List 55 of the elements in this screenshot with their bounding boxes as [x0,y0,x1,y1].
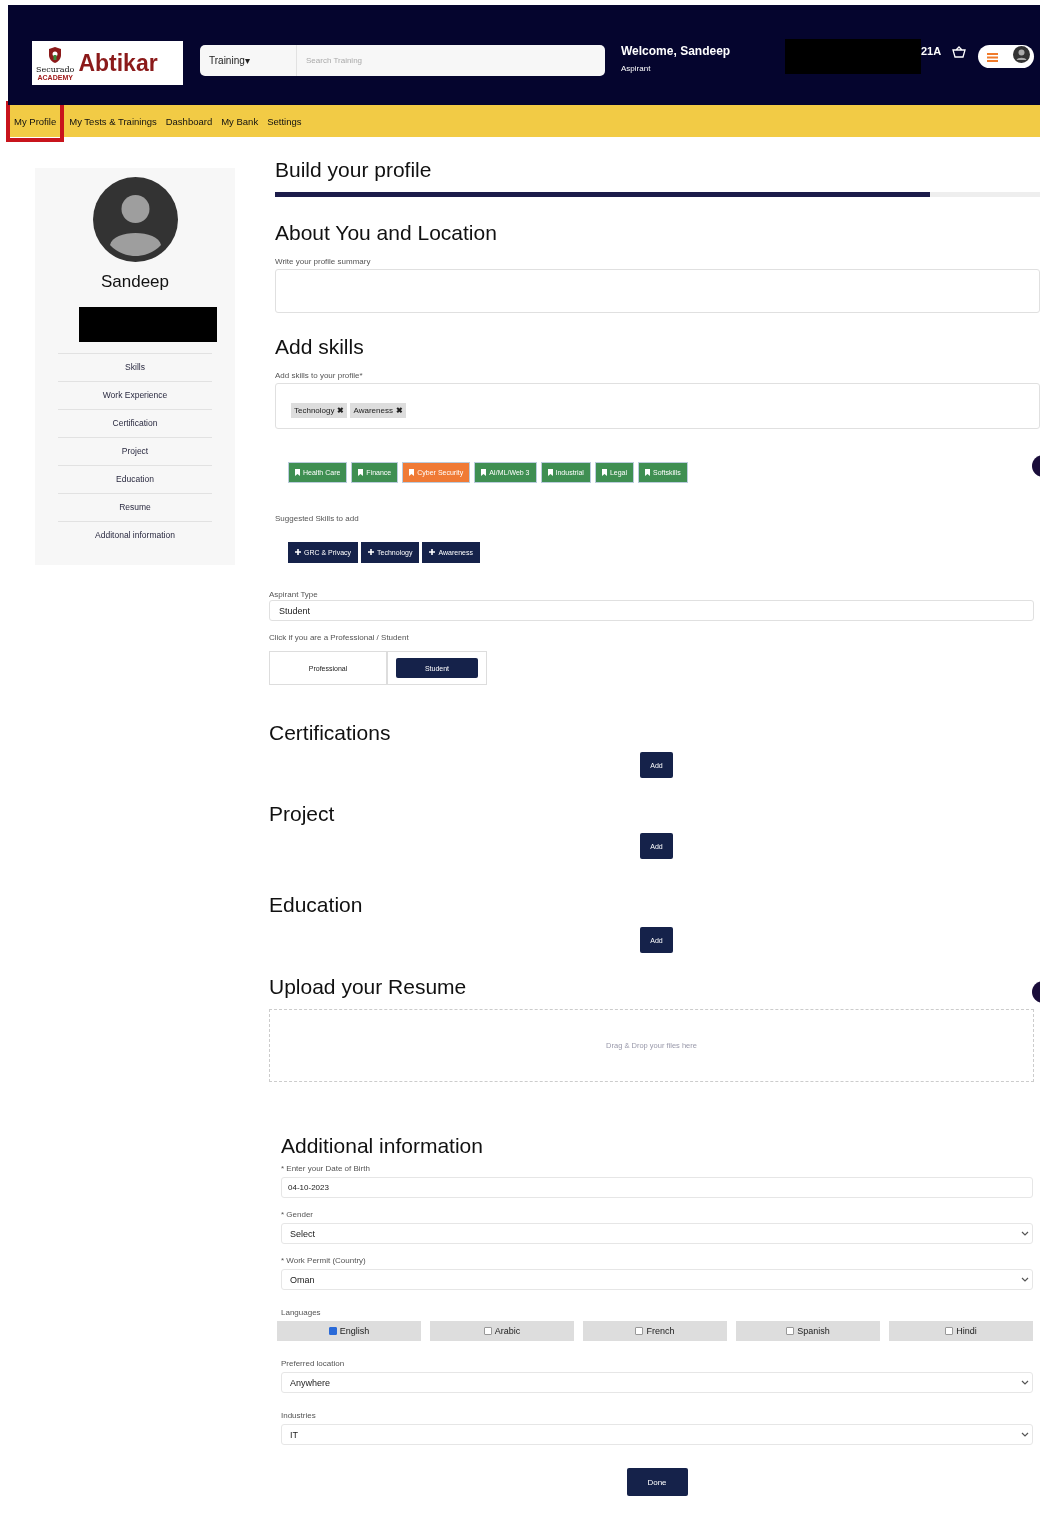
page-title: Build your profile [275,158,432,182]
section-heading: Additional information [281,1134,483,1158]
role-text: Aspirant [621,64,651,73]
field-label: * Enter your Date of Birth [281,1164,370,1173]
field-label: Add skills to your profile* [275,371,363,380]
brand-name: Abtikar [78,49,158,77]
skill-tag[interactable]: Technology ✖ [291,403,348,418]
select-field[interactable]: Oman [281,1269,1033,1290]
nav-tab[interactable]: My Profile [6,100,65,142]
language-option[interactable]: Arabic [430,1321,574,1341]
skills-field[interactable]: Technology ✖ Awareness ✖ [275,383,1040,429]
field-label: Suggested Skills to add [275,514,359,523]
language-option[interactable]: Hindi [889,1321,1033,1341]
section-heading: Upload your Resume [269,975,467,999]
section-heading: Project [269,802,335,826]
field-label: Aspirant Type [269,590,318,599]
section-heading: Add skills [275,335,364,359]
sidebar-item[interactable]: Project [58,437,212,465]
remove-icon[interactable]: ✖ [337,406,345,415]
field-label: * Gender [281,1210,314,1219]
skill-tag[interactable]: Awareness ✖ [350,403,406,418]
section-heading: Certifications [269,721,391,745]
sidebar-item[interactable]: Certification [58,409,212,437]
done-button[interactable]: Done [626,1468,688,1496]
sidebar-item[interactable]: Additonal information [58,521,212,549]
field-label: * Work Permit (Country) [281,1256,366,1265]
field-label: Write your profile summary [275,257,371,266]
language-option[interactable]: French [583,1321,727,1341]
select-field[interactable]: IT [281,1424,1033,1445]
nav-tab[interactable]: My Bank [217,111,263,131]
field-label: Preferred location [281,1359,345,1368]
category-dropdown[interactable]: Training▾ [200,45,297,76]
select-field[interactable]: Anywhere [281,1372,1033,1393]
sidebar-item[interactable]: Resume [58,493,212,521]
aspirant-select[interactable]: Student [269,600,1034,621]
field-label: Click if you are a Professional / Student [269,633,409,642]
logo-text: Securado [36,65,75,74]
sidebar-item[interactable]: Work Experience [58,381,212,409]
sidebar-item[interactable]: Skills [58,353,212,381]
field-label: Industries [281,1411,316,1420]
section-heading: Education [269,893,363,917]
profile-name: Sandeep [99,272,171,293]
date-field[interactable]: 04-10-2023 [281,1177,1033,1198]
remove-icon[interactable]: ✖ [395,406,403,415]
language-option[interactable]: English [277,1321,421,1341]
welcome-text: Welcome, Sandeep [621,44,731,58]
user-code: 21A [921,45,942,57]
sidebar-item[interactable]: Education [58,465,212,493]
section-heading: About You and Location [275,221,497,245]
nav-tab[interactable]: Settings [263,111,306,131]
nav-tab[interactable]: Dashboard [161,111,217,131]
field-label: Languages [281,1308,321,1317]
nav-tab[interactable]: My Tests & Trainings [65,111,161,131]
select-field[interactable]: Select [281,1223,1033,1244]
language-option[interactable]: Spanish [736,1321,880,1341]
